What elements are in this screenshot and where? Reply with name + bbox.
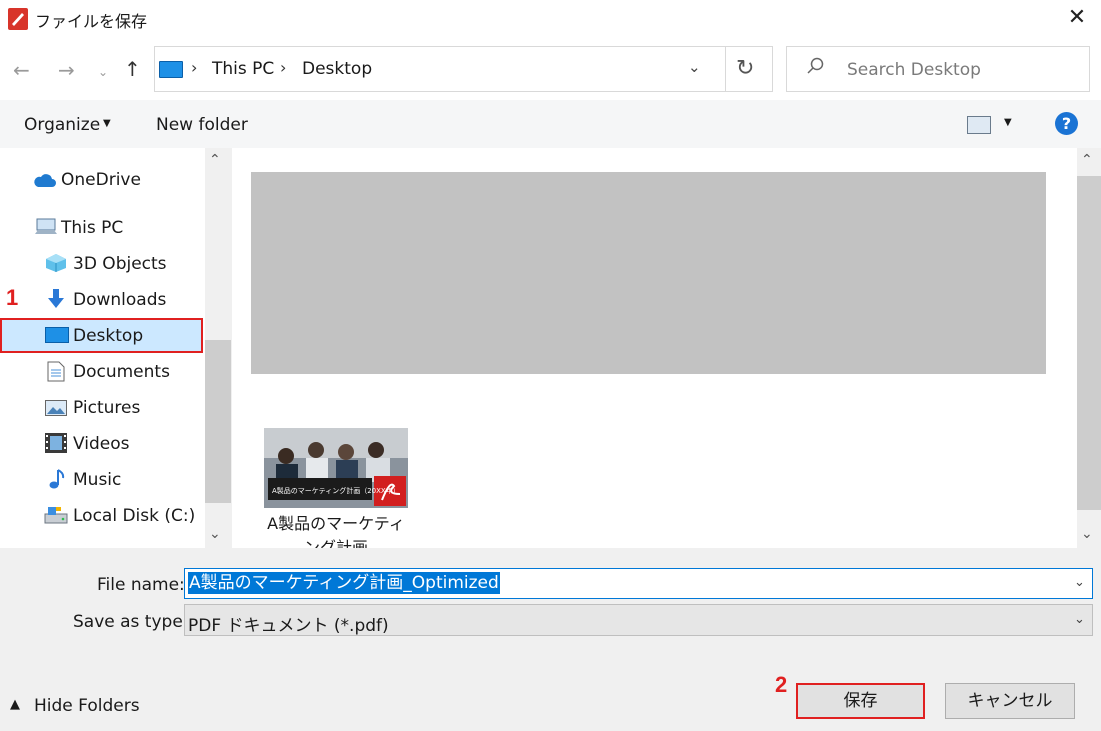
sidebar-item-local-disk[interactable]: Local Disk (C:): [73, 498, 195, 534]
scroll-down-icon[interactable]: ⌄: [1081, 526, 1093, 542]
scroll-up-icon[interactable]: ⌃: [1081, 152, 1093, 168]
save-type-label: Save as type:: [73, 612, 189, 632]
sidebar-item-desktop[interactable]: Desktop: [73, 318, 143, 354]
desktop-icon: [45, 327, 69, 348]
title-bar: [0, 0, 1101, 38]
search-icon: [806, 57, 824, 75]
cancel-button[interactable]: キャンセル: [945, 683, 1075, 719]
sidebar-item-pictures[interactable]: Pictures: [73, 390, 140, 426]
breadcrumb-desktop[interactable]: Desktop: [302, 59, 372, 79]
refresh-icon[interactable]: ↻: [736, 56, 754, 81]
recent-locations-chevron-icon[interactable]: ⌄: [98, 60, 108, 84]
chevron-down-icon[interactable]: ⌄: [1074, 575, 1085, 590]
scroll-up-icon[interactable]: ⌃: [209, 152, 221, 168]
divider: [725, 47, 726, 91]
pdf-app-icon: [8, 8, 28, 30]
3d-objects-icon: [45, 253, 67, 278]
address-dropdown-icon[interactable]: ⌄: [688, 58, 701, 76]
film-icon: [45, 433, 67, 458]
sidebar-item-videos[interactable]: Videos: [73, 426, 130, 462]
scroll-down-icon[interactable]: ⌄: [209, 526, 221, 542]
onedrive-icon: [32, 172, 56, 193]
breadcrumb-this-pc[interactable]: This PC: [212, 59, 274, 79]
caret-down-icon[interactable]: ▼: [103, 118, 111, 129]
view-options-icon[interactable]: [967, 116, 991, 134]
document-icon: [47, 361, 65, 387]
breadcrumb-chevron-icon[interactable]: ›: [191, 58, 197, 77]
save-type-value[interactable]: PDF ドキュメント (*.pdf): [188, 611, 389, 636]
sidebar-item-3d-objects[interactable]: 3D Objects: [73, 246, 167, 282]
save-button[interactable]: 保存: [796, 683, 925, 719]
search-input[interactable]: Search Desktop: [847, 60, 981, 80]
close-icon[interactable]: ✕: [1062, 3, 1092, 33]
sidebar-item-this-pc[interactable]: This PC: [61, 210, 123, 246]
sidebar-item-documents[interactable]: Documents: [73, 354, 170, 390]
organize-button[interactable]: Organize: [24, 115, 100, 135]
sidebar-scrollbar-thumb[interactable]: [205, 340, 231, 503]
sidebar-item-onedrive[interactable]: OneDrive: [61, 162, 141, 198]
file-name-label: File name:: [97, 575, 185, 595]
hide-folders-button[interactable]: Hide Folders: [34, 696, 140, 716]
sidebar-item-downloads[interactable]: Downloads: [73, 282, 166, 318]
file-list-scrollbar-thumb[interactable]: [1077, 176, 1101, 510]
thumbnail-caption: A製品のマーケティング計画（20XX年）: [272, 487, 400, 495]
annotation-step-1: 1: [6, 285, 19, 310]
annotation-step-2: 2: [775, 672, 788, 697]
chevron-down-icon[interactable]: ⌄: [1074, 612, 1085, 627]
new-folder-button[interactable]: New folder: [156, 115, 248, 135]
up-arrow-icon[interactable]: ↑: [124, 57, 141, 81]
desktop-icon: [159, 61, 183, 78]
disk-icon: [44, 506, 68, 529]
computer-icon: [34, 218, 58, 241]
download-arrow-icon: [47, 289, 65, 314]
file-thumbnail[interactable]: [264, 428, 408, 508]
pictures-icon: [45, 400, 67, 421]
back-arrow-icon[interactable]: ←: [13, 58, 30, 82]
chevron-up-icon[interactable]: ▲: [10, 697, 20, 712]
sidebar-item-music[interactable]: Music: [73, 462, 121, 498]
file-name-value[interactable]: A製品のマーケティング計画_Optimized: [188, 572, 500, 594]
music-note-icon: [47, 469, 65, 495]
window-title: ファイルを保存: [35, 12, 148, 31]
forward-arrow-icon[interactable]: →: [58, 58, 75, 82]
help-icon[interactable]: ?: [1055, 112, 1078, 135]
breadcrumb-chevron-icon[interactable]: ›: [280, 58, 286, 77]
caret-down-icon[interactable]: ▼: [1004, 117, 1012, 128]
file-name-label[interactable]: A製品のマーケティング計画: [264, 512, 408, 548]
placeholder-image-block: [251, 172, 1046, 374]
